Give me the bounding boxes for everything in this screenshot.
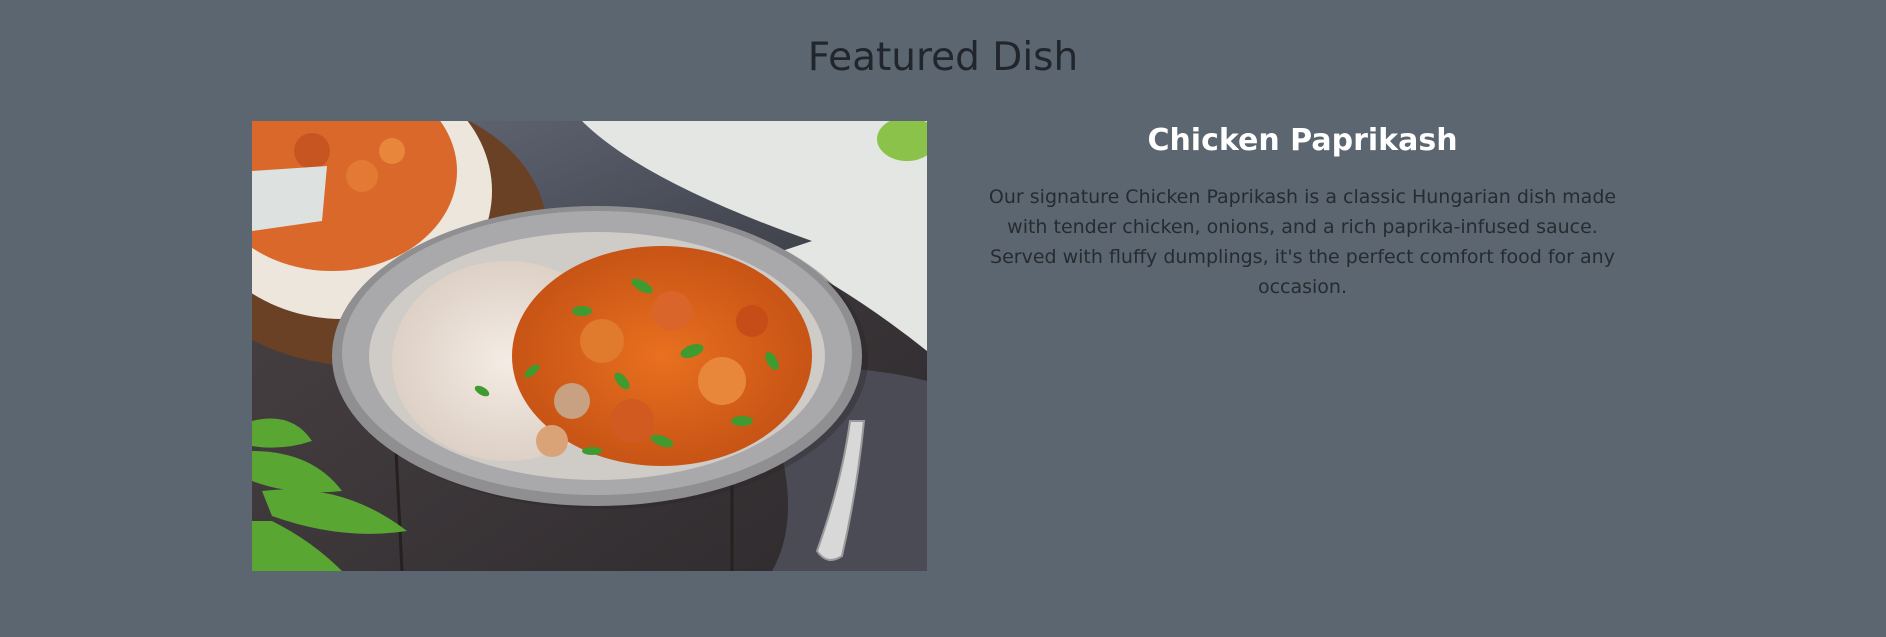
section-title: Featured Dish xyxy=(807,35,1079,80)
dish-info: Chicken Paprikash Our signature Chicken … xyxy=(970,118,1635,302)
dish-name: Chicken Paprikash xyxy=(1147,123,1458,158)
dish-description: Our signature Chicken Paprikash is a cla… xyxy=(988,186,1617,298)
dish-photo xyxy=(252,121,927,571)
